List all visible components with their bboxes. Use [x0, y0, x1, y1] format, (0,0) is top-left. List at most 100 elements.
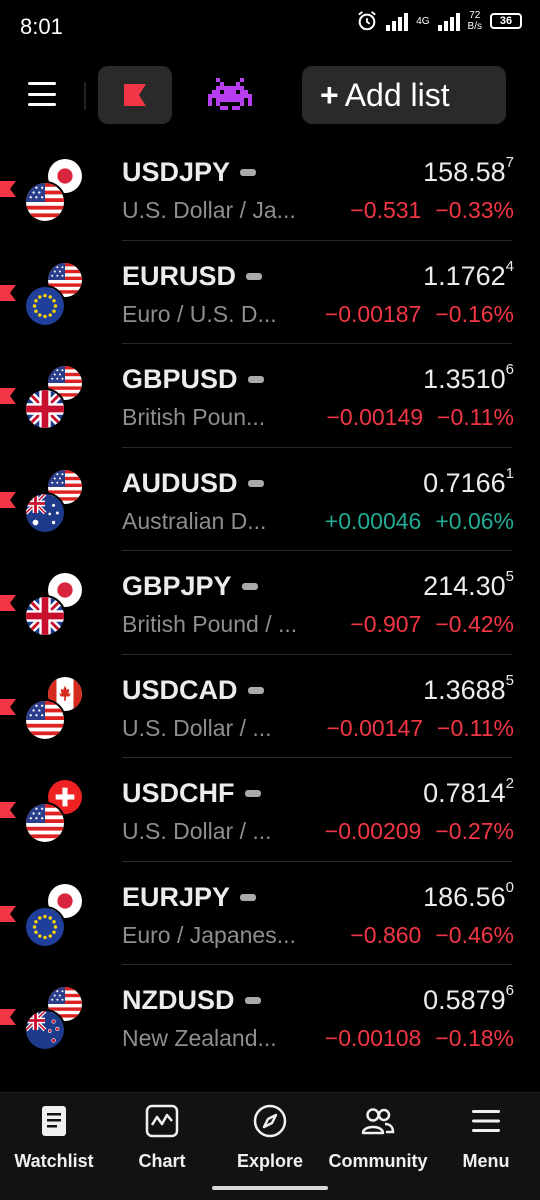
space-invader-icon[interactable]: [208, 76, 252, 112]
change-percent: −0.27%: [435, 818, 514, 844]
change-percent: −0.33%: [435, 197, 514, 223]
price-change: −0.00147 −0.11%: [326, 715, 514, 742]
symbol: USDJPY: [122, 157, 257, 188]
price-change: −0.00209 −0.27%: [325, 818, 514, 845]
nav-community-label: Community: [328, 1151, 428, 1171]
header: + Add list: [0, 62, 540, 126]
price-main: 1.1762: [423, 260, 506, 291]
nav-community[interactable]: Community: [324, 1103, 432, 1183]
bottom-navigation: Watchlist Chart Explore Community Menu: [0, 1092, 540, 1200]
compass-icon: [253, 1104, 287, 1138]
flag-icon: [124, 84, 146, 106]
dash-icon: [247, 376, 264, 383]
symbol: USDCHF: [122, 778, 261, 809]
symbol: GBPJPY: [122, 571, 258, 602]
dash-icon: [240, 893, 257, 901]
price-fraction: 0: [505, 878, 514, 896]
price-change: −0.00108 −0.18%: [325, 1025, 514, 1052]
last-price: 1.17624: [423, 257, 514, 292]
price-change: −0.860 −0.46%: [350, 922, 514, 949]
eu-flag-icon: [24, 284, 66, 327]
change-value: +0.00046: [324, 507, 422, 534]
currency-pair-icons: [24, 364, 88, 430]
price-fraction: 4: [505, 257, 514, 275]
nav-explore[interactable]: Explore: [216, 1103, 324, 1183]
dash-icon: [240, 169, 257, 176]
symbol: EURJPY: [122, 881, 257, 913]
symbol-text: EURJPY: [122, 881, 231, 912]
watchlist-row[interactable]: GBPUSD British Poun... 1.35106 −0.00149 −0.1…: [0, 344, 540, 448]
watchlist-row[interactable]: EURJPY Euro / Japanes... 186.560 −0.860 −0.4…: [0, 862, 540, 965]
symbol-text: AUDUSD: [122, 467, 238, 498]
dash-icon: [244, 790, 261, 797]
watchlist-row[interactable]: AUDUSD Australian D... 0.71661 +0.00046 +0.0…: [0, 448, 540, 551]
symbol-description: U.S. Dollar / ...: [122, 818, 272, 844]
status-time: 8:01: [20, 14, 63, 39]
watchlist-row[interactable]: EURUSD Euro / U.S. D... 1.17624 −0.00187 −0.…: [0, 241, 540, 344]
net-speed: 72 B/s: [467, 10, 482, 32]
price-main: 0.7166: [423, 467, 506, 498]
currency-pair-icons: [24, 674, 88, 741]
dash-icon: [247, 686, 264, 694]
symbol-description: Euro / U.S. D...: [122, 300, 277, 327]
signal-icon-2: [437, 11, 460, 31]
price-change: −0.907 −0.42%: [350, 611, 514, 638]
change-percent: −0.16%: [435, 300, 514, 327]
us-flag-icon: [24, 802, 66, 844]
currency-pair-icons: [24, 571, 88, 637]
change-value: −0.00209: [324, 818, 422, 844]
symbol-description: U.S. Dollar / ...: [122, 714, 272, 741]
last-price: 214.305: [423, 568, 514, 602]
price-main: 186.56: [423, 881, 506, 912]
red-flag-icon: [0, 284, 16, 301]
price-fraction: 1: [505, 464, 514, 482]
signal-icon: [386, 11, 409, 31]
add-list-button[interactable]: + Add list: [302, 66, 506, 124]
symbol-description: British Poun...: [122, 404, 266, 430]
watchlist-row[interactable]: USDJPY U.S. Dollar / Ja... 158.587 −0.531 −0…: [0, 137, 540, 241]
watchlist-row[interactable]: USDCHF U.S. Dollar / ... 0.78142 −0.00209 −0…: [0, 758, 540, 862]
red-flag-list-button[interactable]: [98, 66, 172, 124]
nav-explore-label: Explore: [236, 1151, 304, 1171]
last-price: 1.35106: [423, 361, 514, 395]
symbol-text: GBPUSD: [122, 364, 238, 394]
nz-flag-icon: [24, 1009, 66, 1051]
alarm-icon: [358, 11, 377, 31]
hamburger-menu-icon[interactable]: [28, 82, 56, 106]
watchlist-row[interactable]: NZDUSD New Zealand... 0.58796 −0.00108 −0.18…: [0, 965, 540, 1069]
nav-watchlist[interactable]: Watchlist: [0, 1103, 108, 1183]
price-fraction: 7: [505, 154, 514, 171]
nav-menu[interactable]: Menu: [432, 1103, 540, 1183]
symbol-text: USDJPY: [122, 157, 231, 187]
price-fraction: 6: [505, 361, 514, 378]
last-price: 186.560: [423, 878, 514, 913]
red-flag-icon: [0, 595, 16, 611]
nav-chart[interactable]: Chart: [108, 1103, 216, 1183]
price-change: −0.00149 −0.11%: [326, 404, 514, 431]
gb-flag-icon: [24, 388, 66, 430]
price-main: 1.3688: [423, 674, 506, 705]
symbol-description: U.S. Dollar / Ja...: [122, 197, 296, 223]
symbol-description: New Zealand...: [122, 1025, 277, 1051]
currency-pair-icons: [24, 157, 88, 223]
chart-icon: [145, 1104, 179, 1138]
eu-flag-icon: [24, 905, 66, 948]
price-fraction: 5: [505, 671, 514, 689]
watchlist-row[interactable]: GBPJPY British Pound / ... 214.305 −0.907 −0…: [0, 551, 540, 655]
change-value: −0.00108: [324, 1025, 422, 1051]
currency-pair-icons: [24, 778, 88, 844]
change-percent: −0.18%: [435, 1025, 514, 1051]
menu-icon: [472, 1110, 500, 1132]
currency-pair-icons: [24, 467, 88, 534]
change-value: −0.00147: [326, 714, 424, 741]
home-indicator: [212, 1186, 328, 1190]
watchlist: USDJPY U.S. Dollar / Ja... 158.587 −0.531 −0…: [0, 137, 540, 1069]
red-flag-icon: [0, 491, 16, 508]
currency-pair-icons: [24, 260, 88, 327]
nav-menu-label: Menu: [462, 1151, 510, 1171]
watchlist-row[interactable]: USDCAD U.S. Dollar / ... 1.36885 −0.00147 −0…: [0, 655, 540, 758]
price-change: +0.00046 +0.06%: [325, 508, 514, 535]
price-main: 0.7814: [423, 778, 506, 808]
symbol-description: Australian D...: [122, 507, 267, 534]
currency-pair-icons: [24, 985, 88, 1051]
